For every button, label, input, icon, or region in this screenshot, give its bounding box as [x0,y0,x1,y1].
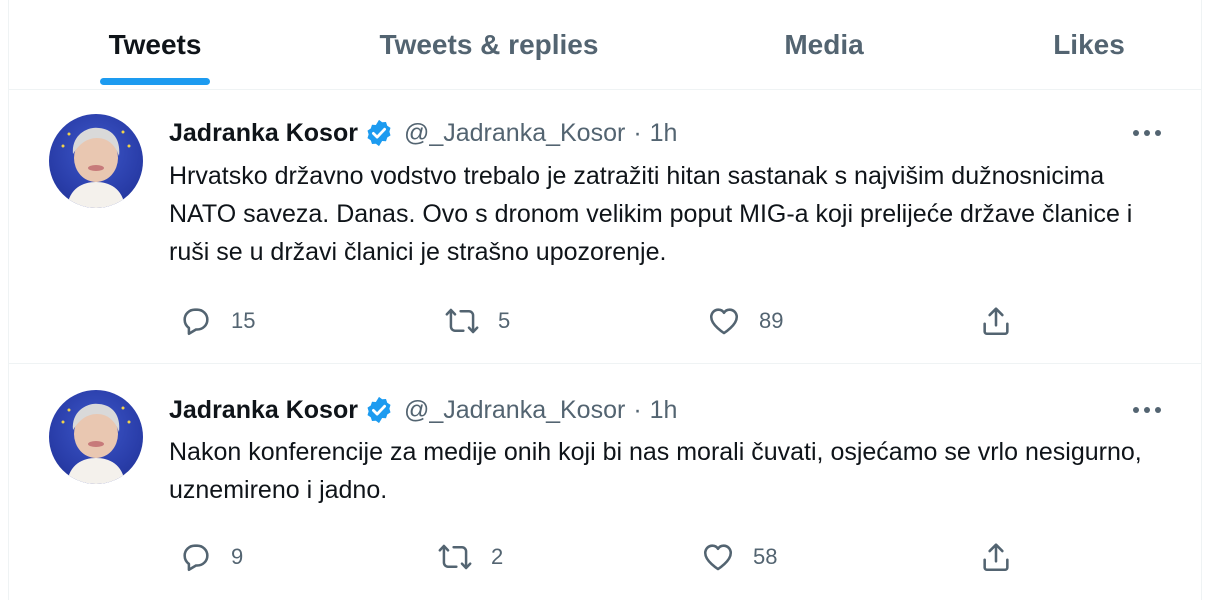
reply-icon [183,544,209,572]
tweet-actions: 15 5 89 [169,301,1049,341]
more-icon [1133,407,1161,413]
retweet-icon [445,308,479,334]
tweet-text: Nakon konferencije za medije onih koji b… [169,438,1142,504]
retweet-icon [438,544,472,570]
like-count: 58 [753,544,778,569]
tab-label: Tweets & replies [379,28,599,60]
tweet[interactable]: Jadranka Kosor @_Jadranka_Kosor · 1h Nak… [9,364,1201,600]
timestamp[interactable]: 1h [650,396,678,425]
like-count: 89 [759,308,784,333]
avatar[interactable] [49,114,143,208]
tab-tweets-and-replies[interactable]: Tweets & replies [369,0,609,89]
avatar-portrait-icon [61,403,131,484]
verified-badge-icon [367,119,391,147]
tab-likes[interactable]: Likes [1029,0,1149,89]
retweet-button[interactable]: 5 [444,301,510,341]
verified-badge-icon [367,396,391,424]
avatar[interactable] [49,390,143,484]
reply-count: 15 [231,308,256,333]
display-name[interactable]: Jadranka Kosor [169,396,358,425]
share-icon [983,307,1009,336]
reply-button[interactable]: 9 [179,537,243,577]
separator-dot: · [633,118,642,147]
tab-label: Media [784,28,864,60]
share-button[interactable] [979,301,1013,341]
retweet-button[interactable]: 2 [437,537,503,577]
tab-tweets[interactable]: Tweets [49,0,261,89]
tab-media[interactable]: Media [754,0,894,89]
reply-button[interactable]: 15 [179,301,255,341]
display-name[interactable]: Jadranka Kosor [169,119,358,148]
avatar-portrait-icon [61,127,131,208]
tab-label: Likes [1053,28,1125,60]
heart-icon [709,308,739,335]
share-button[interactable] [979,537,1013,577]
tweet-header: Jadranka Kosor @_Jadranka_Kosor · 1h [169,115,677,151]
active-tab-indicator [100,78,210,85]
tab-label: Tweets [108,28,202,60]
separator-dot: · [633,395,642,424]
more-options-button[interactable] [1129,392,1165,428]
like-button[interactable]: 58 [701,537,777,577]
retweet-count: 5 [498,308,511,333]
reply-icon [183,308,209,336]
timestamp[interactable]: 1h [650,119,678,148]
user-handle[interactable]: @_Jadranka_Kosor [404,396,625,425]
profile-tabs: Tweets Tweets & replies Media Likes [9,0,1201,90]
share-icon [983,543,1009,572]
tweet-header: Jadranka Kosor @_Jadranka_Kosor · 1h [169,392,677,428]
tweet[interactable]: Jadranka Kosor @_Jadranka_Kosor · 1h Hrv… [9,90,1201,364]
heart-icon [703,544,733,571]
profile-timeline: Tweets Tweets & replies Media Likes Jadr… [8,0,1202,600]
retweet-count: 2 [491,544,504,569]
tweet-text: Hrvatsko državno vodstvo trebalo je zatr… [169,162,1133,266]
like-button[interactable]: 89 [707,301,783,341]
user-handle[interactable]: @_Jadranka_Kosor [404,119,625,148]
reply-count: 9 [231,544,244,569]
more-icon [1133,130,1161,136]
tweet-actions: 9 2 58 [169,537,1049,577]
more-options-button[interactable] [1129,115,1165,151]
